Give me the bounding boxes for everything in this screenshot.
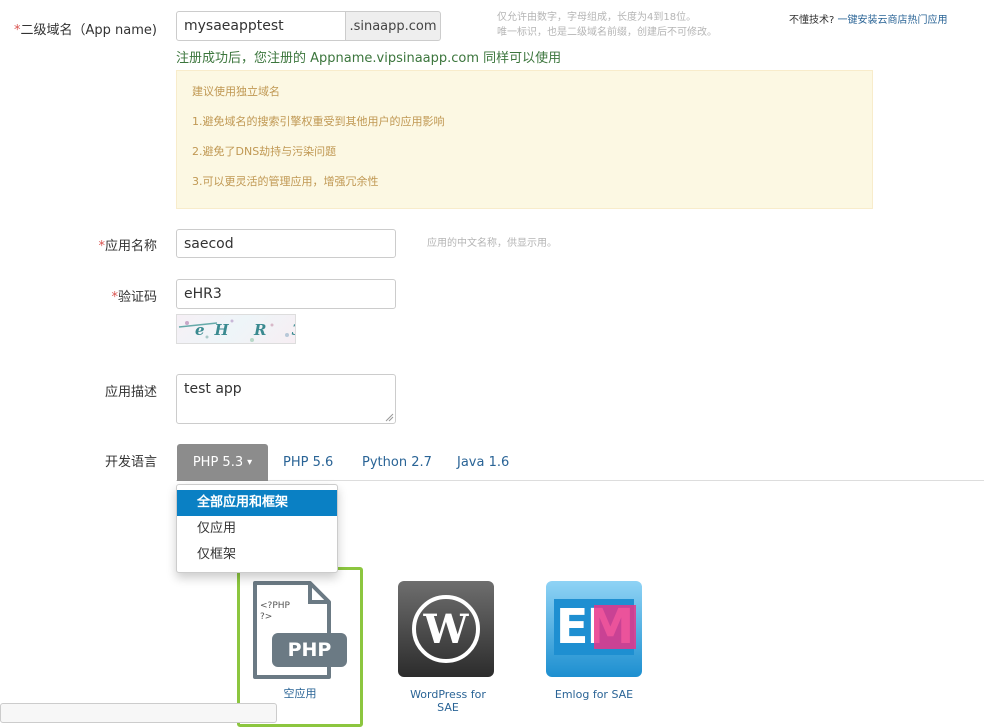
app-name-wordpress[interactable]: WordPress for SAE (390, 688, 506, 714)
language-label: 开发语言 (104, 455, 157, 470)
domain-tips-box: 建议使用独立域名 1.避免域名的搜索引擎权重受到其他用户的应用影响 2.避免了D… (176, 70, 873, 209)
tab-php-5-3[interactable]: PHP 5.3 ▾ (177, 444, 268, 481)
captcha-input[interactable]: eHR3 (176, 279, 396, 309)
tabs-divider (176, 480, 984, 481)
app-name-empty[interactable]: 空应用 (237, 687, 363, 700)
php-tag-text: <?PHP ?> (260, 601, 290, 622)
top-right-links: 不懂技术? 一键安装云商店热门应用 (789, 15, 948, 26)
php-file-icon[interactable]: <?PHP ?> PHP (250, 581, 348, 679)
tab-python-2-7[interactable]: Python 2.7 (362, 455, 432, 470)
domain-hint: 仅允许由数字，字母组成，长度为4到18位。 唯一标识，也是二级域名前缀，创建后不… (497, 12, 717, 38)
wordpress-icon[interactable]: W (398, 581, 494, 677)
app-name-input[interactable]: saecod (176, 229, 396, 258)
resize-handle-icon[interactable] (385, 413, 394, 422)
emlog-icon[interactable]: EM (546, 581, 642, 677)
tips-item: 3.可以更灵活的管理应用，增强冗余性 (192, 175, 379, 188)
domain-success-text: 注册成功后，您注册的 Appname.vipsinaapp.com 同样可以使用 (176, 51, 562, 66)
captcha-label: *验证码 (111, 290, 157, 305)
app-name-emlog[interactable]: Emlog for SAE (536, 688, 652, 701)
captcha-image[interactable]: eH R 3 (176, 314, 296, 344)
bottom-status-bar (0, 703, 277, 723)
caret-down-icon: ▾ (247, 457, 253, 468)
wordpress-logo: W (412, 595, 480, 663)
menu-item-apps-only[interactable]: 仅应用 (177, 516, 337, 542)
app-name-label: *应用名称 (98, 239, 157, 254)
tab-php-5-6[interactable]: PHP 5.6 (283, 455, 333, 470)
domain-input[interactable]: mysaeapptest (176, 11, 346, 41)
emlog-m-block (594, 605, 636, 649)
description-textarea[interactable]: test app (176, 374, 396, 424)
emlog-e-block (554, 605, 594, 649)
description-label: 应用描述 (104, 385, 157, 400)
menu-item-frameworks-only[interactable]: 仅框架 (177, 542, 337, 568)
domain-label: *二级域名（App name) (14, 23, 157, 38)
tab-java-1-6[interactable]: Java 1.6 (457, 455, 509, 470)
app-filter-dropdown: 全部应用和框架 仅应用 仅框架 (176, 484, 338, 573)
php-file-shape (253, 581, 347, 679)
tips-item: 2.避免了DNS劫持与污染问题 (192, 145, 337, 158)
menu-item-all[interactable]: 全部应用和框架 (177, 490, 337, 516)
install-hot-apps-link[interactable]: 一键安装云商店热门应用 (838, 15, 948, 26)
php-badge-text: PHP (287, 639, 332, 661)
captcha-text: eH R 3 (195, 321, 295, 339)
tips-title: 建议使用独立域名 (192, 85, 280, 98)
domain-suffix: .sinaapp.com (345, 11, 441, 41)
tips-item: 1.避免域名的搜索引擎权重受到其他用户的应用影响 (192, 115, 445, 128)
app-name-hint: 应用的中文名称，供显示用。 (427, 238, 557, 249)
